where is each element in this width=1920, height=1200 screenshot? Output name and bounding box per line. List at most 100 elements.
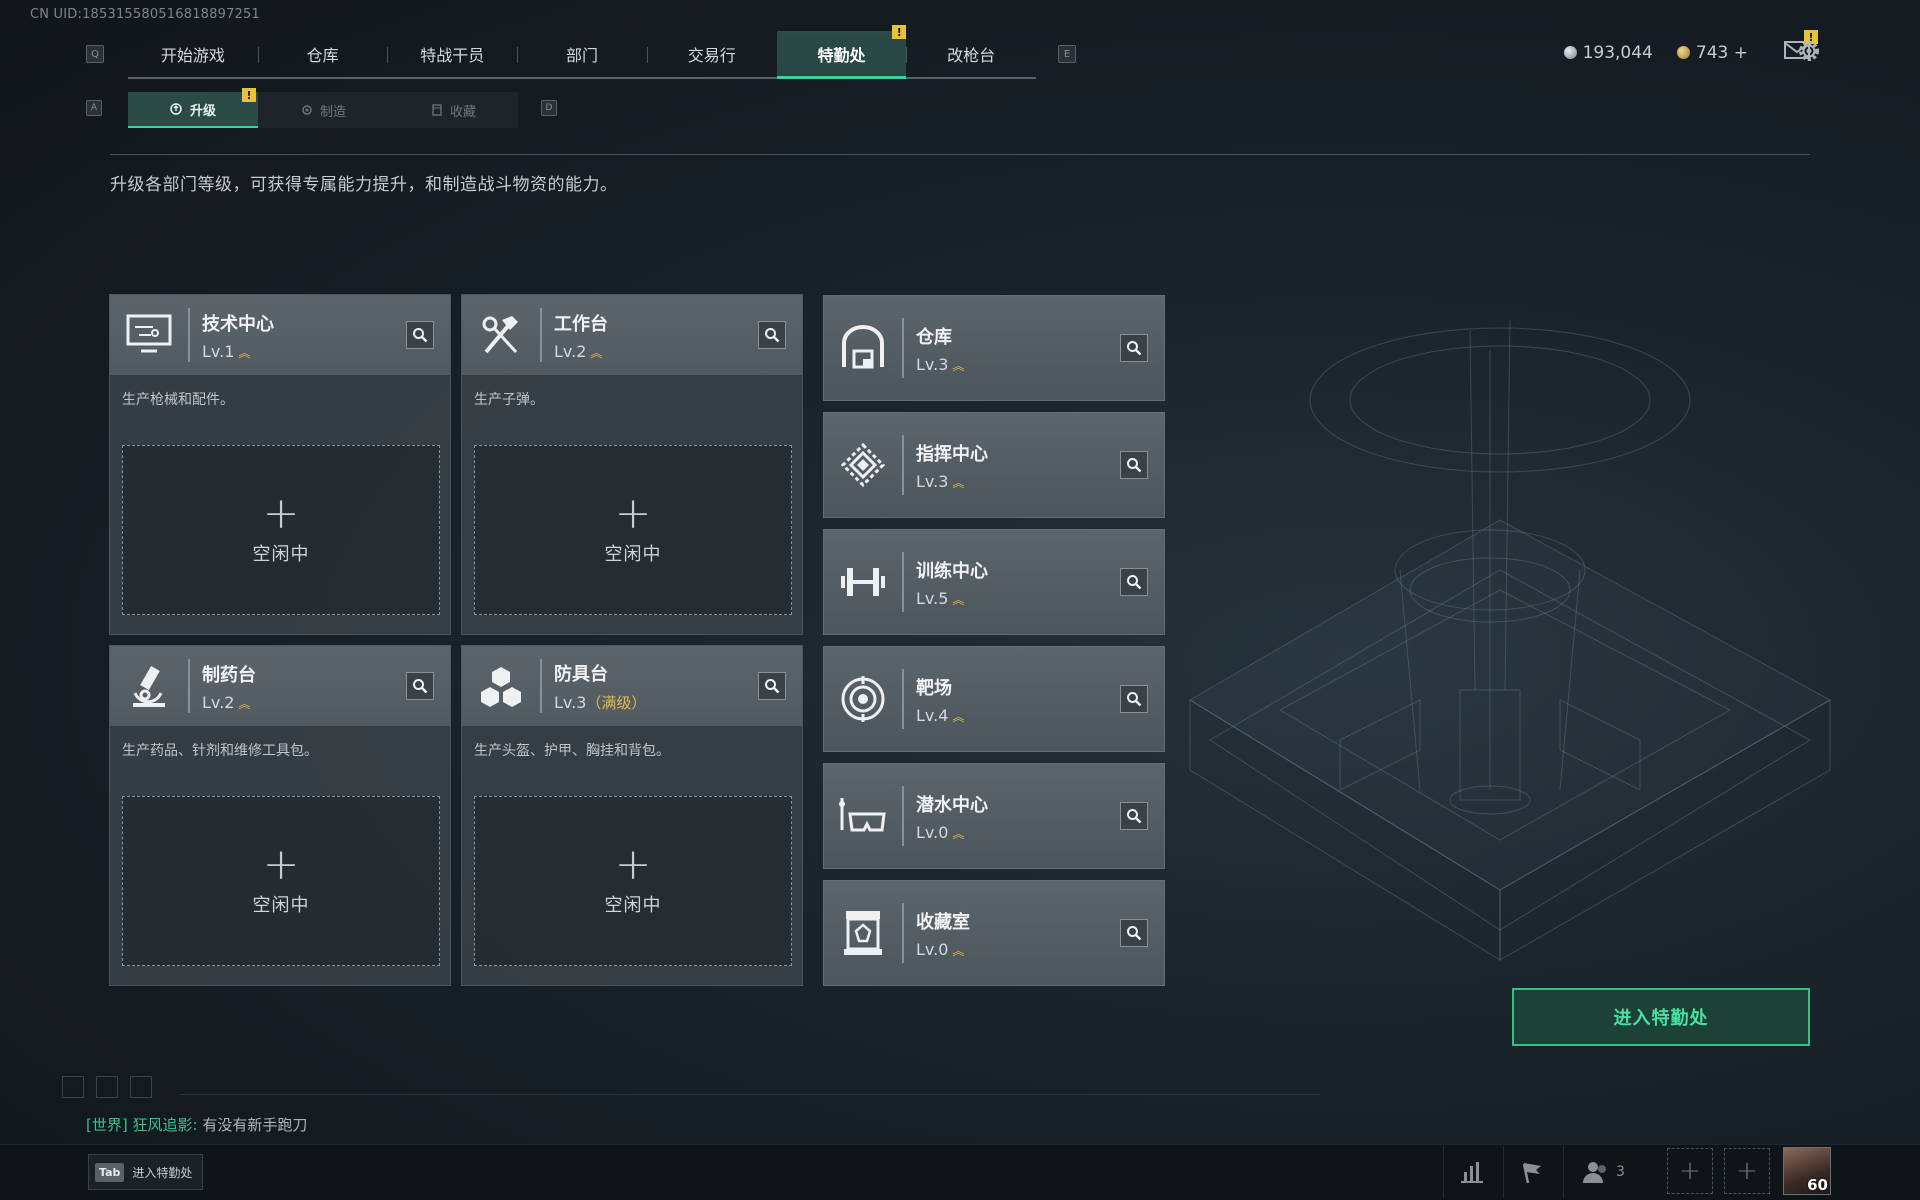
inspect-button[interactable] xyxy=(1120,685,1148,713)
card-header: 防具台 Lv.3（满级） xyxy=(462,646,802,726)
plus-icon: + xyxy=(262,488,300,539)
boxes-icon xyxy=(481,667,521,707)
tab-special-ops[interactable]: 特勤处 ! xyxy=(776,25,907,79)
level-up-arrow-icon: ︽ xyxy=(238,696,251,711)
tab-label: 改枪台 xyxy=(947,46,996,65)
player-avatar[interactable]: 60 xyxy=(1783,1147,1831,1195)
chat-line[interactable]: [世界] 狂风追影: 有没有新手跑刀 xyxy=(86,1114,307,1135)
facility-description: 生产子弹。 xyxy=(474,392,544,408)
production-slot[interactable]: + 空闲中 xyxy=(122,796,440,966)
facility-title: 收藏室 xyxy=(916,911,970,933)
plus-icon: + xyxy=(614,839,652,890)
stats-button[interactable] xyxy=(1443,1146,1499,1198)
flag-icon xyxy=(1522,1163,1541,1184)
trophy-case-icon xyxy=(844,911,882,955)
facility-card-diving-center[interactable]: 潜水中心 Lv.0 ︽ xyxy=(823,763,1165,869)
gold-coin-icon xyxy=(1676,45,1690,59)
collection-icon xyxy=(432,104,442,116)
level-up-arrow-icon: ︽ xyxy=(952,475,965,490)
facility-title: 技术中心 xyxy=(202,313,274,335)
divider xyxy=(180,1094,1320,1095)
notification-badge: ! xyxy=(242,88,256,102)
gold-amount: 743 + xyxy=(1695,42,1748,63)
facility-card-warehouse[interactable]: 仓库 Lv.3 ︽ xyxy=(823,295,1165,401)
enter-special-ops-button[interactable]: 进入特勤处 xyxy=(1512,988,1810,1046)
facility-level: Lv.4 xyxy=(916,705,949,725)
subtab-collection[interactable]: 收藏 xyxy=(388,92,518,128)
inspect-button[interactable] xyxy=(758,321,786,349)
tab-gunsmith[interactable]: 改枪台 xyxy=(906,31,1036,77)
facility-card-workbench: 工作台 Lv.2 ︽ 生产子弹。 + 空闲中 xyxy=(461,294,803,635)
prev-tab-key-hint: Q xyxy=(86,45,104,63)
search-icon xyxy=(1127,458,1142,473)
search-icon xyxy=(1127,809,1142,824)
card-header: 制药台 Lv.2 ︽ xyxy=(110,646,450,726)
production-slot[interactable]: + 空闲中 xyxy=(474,445,792,615)
inspect-button[interactable] xyxy=(1120,919,1148,947)
tab-shortcut-label: 进入特勤处 xyxy=(132,1165,193,1180)
facility-card-training-center[interactable]: 训练中心 Lv.5 ︽ xyxy=(823,529,1165,635)
facility-level: Lv.2 xyxy=(202,692,235,712)
warehouse-icon xyxy=(842,325,884,369)
facility-level: Lv.3 xyxy=(554,692,587,712)
inspect-button[interactable] xyxy=(1120,802,1148,830)
level-up-arrow-icon: ︽ xyxy=(238,345,251,360)
tab-trading[interactable]: 交易行 xyxy=(646,31,777,77)
facility-level: Lv.3 xyxy=(916,471,949,491)
tab-label: 开始游戏 xyxy=(160,46,225,65)
inspect-button[interactable] xyxy=(1120,334,1148,362)
facility-level: Lv.3 xyxy=(916,354,949,374)
silver-coin-icon xyxy=(1563,45,1577,59)
slot-status: 空闲中 xyxy=(252,544,310,565)
friends-button[interactable]: 3 xyxy=(1563,1146,1643,1198)
silver-amount: 193,044 xyxy=(1582,42,1653,63)
notification-badge: ! xyxy=(892,25,907,39)
production-slot[interactable]: + 空闲中 xyxy=(122,445,440,615)
tab-start-game[interactable]: 开始游戏 xyxy=(128,31,258,77)
card-header: 工作台 Lv.2 ︽ xyxy=(462,295,802,375)
settings-button[interactable] xyxy=(1796,38,1822,68)
command-icon xyxy=(840,442,886,488)
add-party-slot-button[interactable]: + xyxy=(1724,1148,1770,1194)
search-icon xyxy=(1127,926,1142,941)
dumbbell-icon xyxy=(841,568,885,596)
inspect-button[interactable] xyxy=(1120,451,1148,479)
level-up-arrow-icon: ︽ xyxy=(952,709,965,724)
tab-shortcut-hint[interactable]: Tab 进入特勤处 xyxy=(88,1154,204,1190)
tab-warehouse[interactable]: 仓库 xyxy=(257,31,388,77)
main-tab-bar: 开始游戏 仓库 特战干员 部门 交易行 特勤处 ! 改枪台 xyxy=(128,25,1036,79)
facility-card-pharmacy: 制药台 Lv.2 ︽ 生产药品、针剂和维修工具包。 + 空闲中 xyxy=(109,645,451,986)
facility-card-collection-room[interactable]: 收藏室 Lv.0 ︽ xyxy=(823,880,1165,986)
facility-title: 训练中心 xyxy=(916,560,988,582)
tools-icon xyxy=(482,316,518,354)
friends-icon xyxy=(1583,1162,1607,1183)
search-icon xyxy=(1127,692,1142,707)
facility-level: Lv.0 xyxy=(916,822,949,842)
inspect-button[interactable] xyxy=(1120,568,1148,596)
add-party-slot-button[interactable]: + xyxy=(1667,1148,1713,1194)
flag-button[interactable] xyxy=(1503,1146,1559,1198)
tab-operators[interactable]: 特战干员 xyxy=(387,31,517,77)
facility-level: Lv.5 xyxy=(916,588,949,608)
facility-title: 工作台 xyxy=(554,313,608,335)
facility-card-command-center[interactable]: 指挥中心 Lv.3 ︽ xyxy=(823,412,1165,518)
tab-department[interactable]: 部门 xyxy=(517,31,647,77)
facility-title: 制药台 xyxy=(202,664,256,686)
inspect-button[interactable] xyxy=(758,672,786,700)
production-slot[interactable]: + 空闲中 xyxy=(474,796,792,966)
facility-card-tech-center: 技术中心 Lv.1 ︽ 生产枪械和配件。 + 空闲中 xyxy=(109,294,451,635)
currency-bar: 193,044 743 + ! xyxy=(1563,30,1818,65)
tab-label: 特战干员 xyxy=(420,46,485,65)
slot-status: 空闲中 xyxy=(252,895,310,916)
facility-card-shooting-range[interactable]: 靶场 Lv.4 ︽ xyxy=(823,646,1165,752)
gear-icon xyxy=(1799,41,1819,61)
gold-currency[interactable]: 743 + xyxy=(1676,42,1748,63)
level-up-arrow-icon: ︽ xyxy=(952,943,965,958)
inspect-button[interactable] xyxy=(406,672,434,700)
prev-subtab-key-hint: A xyxy=(86,100,102,116)
subtab-upgrade[interactable]: 升级 ! xyxy=(128,88,258,128)
level-up-arrow-icon: ︽ xyxy=(952,826,965,841)
facility-title: 仓库 xyxy=(916,326,952,348)
inspect-button[interactable] xyxy=(406,321,434,349)
subtab-craft[interactable]: 制造 xyxy=(258,92,388,128)
